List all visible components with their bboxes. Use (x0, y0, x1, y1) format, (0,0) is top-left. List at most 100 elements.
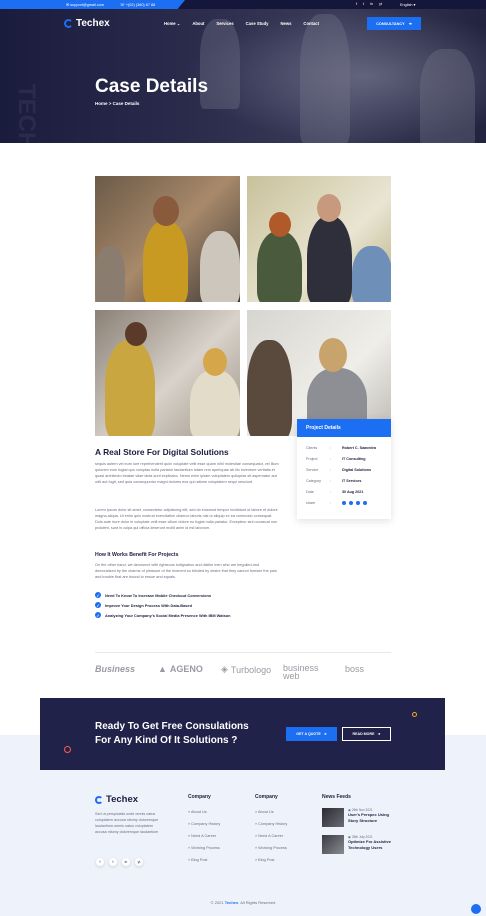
footer-link[interactable]: » Need A Career (188, 834, 220, 846)
scroll-top-button[interactable] (471, 904, 481, 914)
logo-icon (64, 19, 73, 28)
case-photo-1 (95, 176, 240, 302)
read-more-button[interactable]: READ MORE ➜ (342, 727, 391, 741)
footer-link[interactable]: » Need A Career (255, 834, 287, 846)
footer-link[interactable]: » Company History (188, 822, 220, 834)
cta-banner: Ready To Get Free Consulations For Any K… (40, 698, 445, 770)
footer-link-label: About Us (257, 810, 274, 814)
detail-value: Digital Solutions (342, 468, 372, 472)
twitter-icon[interactable]: t (109, 858, 117, 866)
detail-row: Clients: Robert C. Saavedra (306, 446, 386, 450)
share-icons (342, 501, 367, 505)
linkedin-icon[interactable] (356, 501, 360, 505)
nav-home[interactable]: Home ⌄ (164, 21, 180, 26)
project-details-card: Project Details Clients: Robert C. Saaved… (297, 419, 391, 519)
footer-link-label: Blog Post (191, 858, 208, 862)
linkedin-icon[interactable]: in (122, 858, 130, 866)
hero-figure (420, 49, 475, 143)
get-quote-button[interactable]: GET A QUOTE ➜ (286, 727, 337, 741)
detail-row: Service: Digital Solutions (306, 468, 386, 472)
brand-text: Turbologo (230, 664, 272, 675)
footer-link[interactable]: » Company History (255, 822, 287, 834)
detail-value: IT Services (342, 479, 362, 483)
breadcrumb[interactable]: Home > Case Details (95, 101, 139, 106)
diamond-icon: ◈ (221, 664, 228, 674)
news-thumbnail (322, 808, 344, 827)
nav-news[interactable]: News (280, 21, 291, 26)
detail-row: Category: IT Services (306, 479, 386, 483)
footer-link[interactable]: » About Us (188, 810, 220, 822)
news-title: User's Perspec Using Story Structure (348, 812, 389, 823)
phone-link[interactable]: ☏ +(02) (360) 67 88 (120, 2, 155, 7)
hero-watermark: TECHEX (13, 84, 40, 143)
copyright: © 2021 Techex. All Rights Reserved (0, 900, 486, 905)
brand-logo-business-web: business web (283, 664, 329, 681)
nav-contact[interactable]: Contact (303, 21, 319, 26)
project-details-title: Project Details (297, 419, 391, 437)
case-photo-3 (95, 310, 240, 436)
case-photo-2 (247, 176, 391, 302)
check-icon: ✓ (95, 612, 101, 618)
phone-text: +(02) (360) 67 88 (125, 3, 156, 7)
detail-colon: : (330, 479, 332, 483)
content-paragraph-1: sequis autem vel eum iure reprehenderit … (95, 462, 279, 485)
nav-about[interactable]: About (192, 21, 204, 26)
copyright-brand[interactable]: Techex (225, 900, 239, 905)
facebook-icon[interactable] (342, 501, 346, 505)
detail-key: Project (306, 457, 318, 461)
detail-key: Service (306, 468, 319, 472)
linkedin-icon[interactable]: in (370, 2, 373, 6)
detail-key: Clients (306, 446, 318, 450)
brand-text: AGENO (169, 664, 203, 674)
benefit-subtitle: How It Works Benefit For Projects (95, 552, 179, 558)
top-bar: ✉ support@gmail.com ☏ +(02) (360) 67 88 … (0, 0, 486, 9)
footer-link[interactable]: » Working Process (188, 846, 220, 858)
facebook-icon[interactable]: f (356, 2, 357, 6)
footer-link-label: Need A Career (191, 834, 217, 838)
youtube-icon[interactable]: yt (135, 858, 143, 866)
detail-row: Project: IT Consulting (306, 457, 386, 461)
detail-colon: : (330, 468, 332, 472)
news-item[interactable]: ▣ 26th Nov 2021 User's Perspec Using Stor… (322, 808, 398, 827)
detail-colon: : (330, 446, 332, 450)
footer-link[interactable]: » Blog Post (188, 858, 220, 870)
twitter-icon[interactable] (349, 501, 353, 505)
footer-link-label: Need A Career (258, 834, 284, 838)
email-link[interactable]: ✉ support@gmail.com (66, 2, 104, 7)
content-paragraph-2: Lorem ipsum dolor sit amet, consectetur … (95, 508, 278, 531)
copyright-post: . All Rights Reserved (238, 900, 276, 905)
footer-link[interactable]: » About Us (255, 810, 287, 822)
triangle-icon: ▲ (158, 664, 167, 674)
detail-value: 30 Aug 2021 (342, 490, 364, 494)
detail-row: share: (306, 501, 386, 505)
footer-link-label: Working Process (191, 846, 220, 850)
detail-value: IT Consulting (342, 457, 366, 461)
twitter-icon[interactable]: t (363, 2, 364, 6)
footer-description: Sed ut perspiciatis unde omnis natus vol… (95, 812, 159, 834)
youtube-icon[interactable] (363, 501, 367, 505)
checklist-item: ✓ Need To Know To Increase Mobile Checkou… (95, 592, 211, 598)
youtube-icon[interactable]: yt (379, 2, 382, 6)
footer-column-company: Company » About Us » Company History » N… (188, 794, 220, 870)
detail-colon: : (330, 501, 332, 505)
check-icon: ✓ (95, 592, 101, 598)
footer-link[interactable]: » Working Process (255, 846, 287, 858)
benefit-paragraph: On the other hand, we denounce with righ… (95, 563, 277, 580)
footer-logo[interactable]: Techex (95, 794, 138, 805)
footer-link-label: Blog Post (258, 858, 275, 862)
footer-column-company-2: Company » About Us » Company History » N… (255, 794, 287, 870)
read-more-label: READ MORE (352, 732, 375, 736)
nav-services[interactable]: Services (216, 21, 233, 26)
nav-case-study[interactable]: Case Study (246, 21, 269, 26)
footer-link[interactable]: » Blog Post (255, 858, 287, 870)
checklist-text: Analyzing Your Company's Social Media Pr… (105, 612, 231, 618)
site-logo[interactable]: Techex (64, 18, 110, 29)
facebook-icon[interactable]: f (96, 858, 104, 866)
news-item[interactable]: ▣ 26th July 2021 Optimize For Assistive T… (322, 835, 398, 854)
detail-key: Category (306, 479, 321, 483)
detail-row: Date: 30 Aug 2021 (306, 490, 386, 494)
brand-logo-ageno: ▲ AGENO (158, 664, 203, 674)
language-select[interactable]: English ▾ (400, 2, 415, 7)
detail-colon: : (330, 490, 332, 494)
consultancy-button[interactable]: CONSULTANCY ➜ (367, 17, 421, 30)
